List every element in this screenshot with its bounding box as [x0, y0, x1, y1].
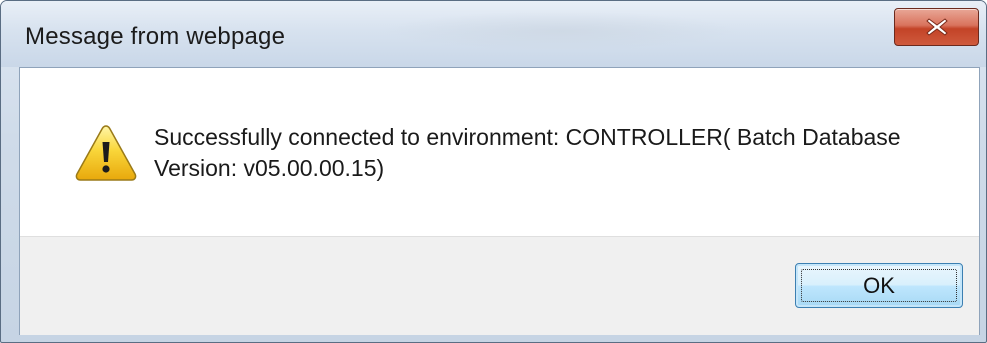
- message-line-2: Version: v05.00.00.15): [154, 155, 385, 181]
- close-button[interactable]: [894, 8, 979, 46]
- button-area: OK: [20, 236, 979, 335]
- message-line-1: Successfully connected to environment: C…: [154, 124, 901, 150]
- ok-button-label: OK: [863, 272, 895, 298]
- ok-button[interactable]: OK: [795, 263, 963, 308]
- warning-icon: [74, 123, 138, 183]
- title-bar[interactable]: Message from webpage: [1, 1, 986, 67]
- message-dialog: Message from webpage Successfully connec…: [0, 0, 987, 343]
- message-text: Successfully connected to environment: C…: [154, 122, 954, 184]
- close-x-icon: [924, 16, 950, 38]
- dialog-title: Message from webpage: [25, 23, 286, 50]
- message-area: Successfully connected to environment: C…: [20, 68, 979, 236]
- dialog-content: Successfully connected to environment: C…: [19, 67, 980, 335]
